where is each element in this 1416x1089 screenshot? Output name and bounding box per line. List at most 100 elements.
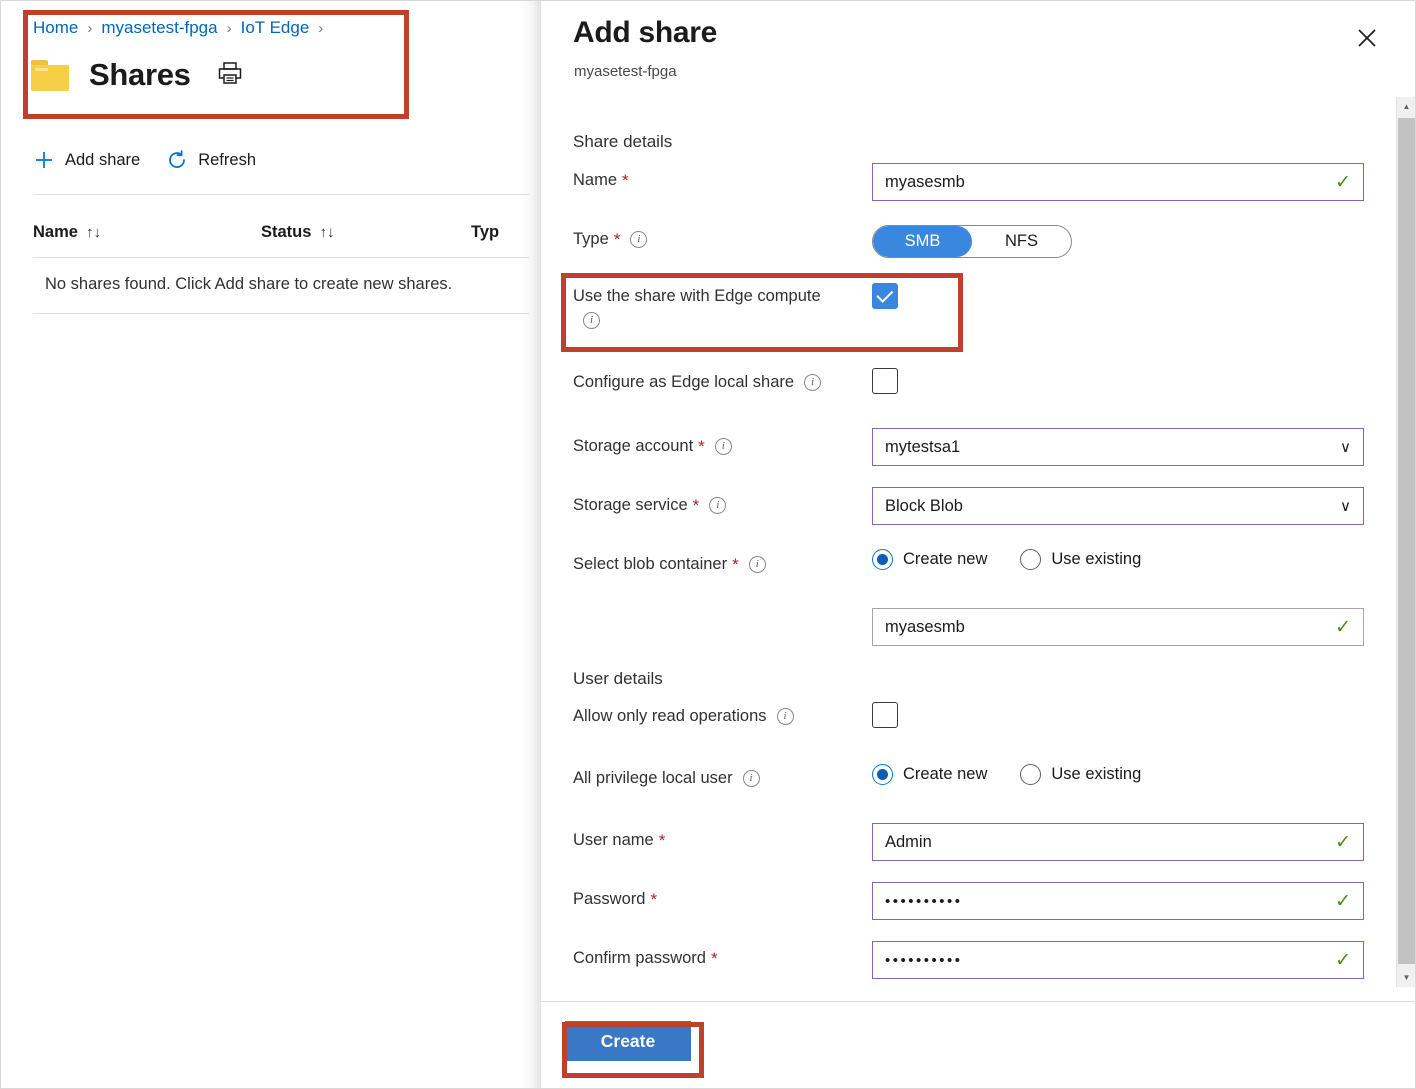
blob-container-name-input[interactable]: myasesmb ✓	[872, 608, 1364, 646]
label-name: Name *	[573, 171, 629, 190]
info-icon[interactable]: i	[804, 374, 821, 391]
add-share-form: Share details Name * myasesmb ✓ Type * i…	[541, 97, 1389, 1001]
breadcrumb: Home › myasetest-fpga › IoT Edge ›	[33, 18, 332, 38]
radio-icon-selected[interactable]	[872, 764, 893, 785]
user-name-value: Admin	[885, 833, 1327, 852]
create-button[interactable]: Create	[565, 1021, 691, 1061]
edge-local-share-checkbox[interactable]	[872, 368, 898, 394]
refresh-label: Refresh	[198, 151, 256, 170]
radio-icon[interactable]	[1020, 764, 1041, 785]
storage-service-dropdown[interactable]: Block Blob ∨	[872, 487, 1364, 525]
confirm-password-input[interactable]: •••••••••• ✓	[872, 941, 1364, 979]
divider	[33, 257, 529, 258]
label-blob-container: Select blob container * i	[573, 555, 766, 574]
radio-icon[interactable]	[1020, 549, 1041, 570]
type-toggle[interactable]: SMB NFS	[872, 225, 1072, 258]
info-icon[interactable]: i	[749, 556, 766, 573]
storage-account-value: mytestsa1	[885, 438, 1332, 457]
info-icon[interactable]: i	[709, 497, 726, 514]
section-title-share-details: Share details	[573, 132, 672, 152]
scroll-down-icon[interactable]: ▼	[1397, 968, 1416, 987]
breadcrumb-item-iot-edge[interactable]: IoT Edge	[241, 18, 310, 38]
label-name-text: Name	[573, 171, 617, 190]
required-marker: *	[622, 172, 629, 189]
info-icon[interactable]: i	[583, 312, 600, 329]
radio-icon-selected[interactable]	[872, 549, 893, 570]
label-password: Password *	[573, 890, 657, 909]
label-storage-service-text: Storage service	[573, 496, 688, 515]
shares-list-panel: Home › myasetest-fpga › IoT Edge › Share…	[1, 1, 529, 1088]
required-marker: *	[698, 438, 705, 455]
read-only-checkbox[interactable]	[872, 702, 898, 728]
required-marker: *	[732, 556, 739, 573]
info-icon[interactable]: i	[777, 708, 794, 725]
storage-account-dropdown[interactable]: mytestsa1 ∨	[872, 428, 1364, 466]
sort-icon[interactable]: ↑↓	[319, 224, 334, 241]
plus-icon	[33, 149, 55, 171]
privilege-user-option-label: Create new	[903, 765, 987, 784]
label-user-name: User name *	[573, 831, 665, 850]
label-type-text: Type	[573, 230, 609, 249]
column-header-name[interactable]: Name ↑↓	[33, 223, 261, 242]
edge-compute-checkbox[interactable]	[872, 283, 898, 309]
valid-check-icon: ✓	[1335, 892, 1351, 911]
user-name-input[interactable]: Admin ✓	[872, 823, 1364, 861]
label-confirm-password-text: Confirm password	[573, 949, 706, 968]
refresh-button[interactable]: Refresh	[166, 149, 256, 171]
blob-container-radio-group: Create new Use existing	[872, 549, 1141, 570]
print-icon[interactable]	[217, 61, 243, 90]
label-user-name-text: User name	[573, 831, 654, 850]
table-empty-message: No shares found. Click Add share to crea…	[45, 275, 452, 294]
info-icon[interactable]: i	[630, 231, 647, 248]
valid-check-icon: ✓	[1335, 173, 1351, 192]
label-confirm-password: Confirm password *	[573, 949, 718, 968]
column-header-status[interactable]: Status ↑↓	[261, 223, 471, 242]
breadcrumb-item-home[interactable]: Home	[33, 18, 78, 38]
info-icon[interactable]: i	[743, 770, 760, 787]
required-marker: *	[659, 832, 666, 849]
valid-check-icon: ✓	[1335, 951, 1351, 970]
breadcrumb-separator-icon: ›	[227, 20, 232, 37]
info-icon[interactable]: i	[715, 438, 732, 455]
storage-service-value: Block Blob	[885, 497, 1332, 516]
chevron-down-icon: ∨	[1340, 440, 1351, 455]
refresh-icon	[166, 149, 188, 171]
divider	[33, 313, 529, 314]
label-storage-service: Storage service * i	[573, 496, 726, 515]
privilege-user-option-label: Use existing	[1051, 765, 1141, 784]
privilege-user-option-create-new[interactable]: Create new	[872, 764, 987, 785]
blade-title: Add share	[573, 16, 717, 50]
name-input-value: myasesmb	[885, 173, 1327, 192]
label-blob-container-text: Select blob container	[573, 555, 727, 574]
add-share-blade: Add share myasetest-fpga Share details N…	[540, 1, 1415, 1088]
blade-footer: Create	[541, 1001, 1415, 1088]
close-icon[interactable]	[1352, 23, 1382, 53]
blob-container-option-label: Use existing	[1051, 550, 1141, 569]
add-share-button[interactable]: Add share	[33, 149, 140, 171]
sort-icon[interactable]: ↑↓	[86, 224, 101, 241]
scrollbar-thumb[interactable]	[1398, 118, 1415, 964]
blade-scrollbar[interactable]: ▲ ▼	[1396, 97, 1415, 987]
privilege-user-option-use-existing[interactable]: Use existing	[1020, 764, 1141, 785]
scroll-up-icon[interactable]: ▲	[1397, 97, 1416, 116]
type-option-nfs[interactable]: NFS	[972, 226, 1071, 257]
breadcrumb-item-myasetest-fpga[interactable]: myasetest-fpga	[101, 18, 217, 38]
password-input[interactable]: •••••••••• ✓	[872, 882, 1364, 920]
blob-container-option-label: Create new	[903, 550, 987, 569]
required-marker: *	[650, 891, 657, 908]
column-header-type[interactable]: Typ	[471, 223, 499, 242]
column-label-type: Typ	[471, 223, 499, 242]
label-read-only-text: Allow only read operations	[573, 707, 767, 726]
name-input[interactable]: myasesmb ✓	[872, 163, 1364, 201]
label-edge-compute: Use the share with Edge compute i	[573, 287, 821, 329]
valid-check-icon: ✓	[1335, 833, 1351, 852]
blob-container-option-create-new[interactable]: Create new	[872, 549, 987, 570]
label-privilege-user: All privilege local user i	[573, 769, 760, 788]
column-label-status: Status	[261, 223, 311, 242]
blob-container-name-value: myasesmb	[885, 618, 1327, 637]
page-title: Shares	[89, 57, 191, 93]
type-option-smb[interactable]: SMB	[873, 226, 972, 257]
divider	[33, 194, 529, 195]
blob-container-option-use-existing[interactable]: Use existing	[1020, 549, 1141, 570]
blade-subtitle: myasetest-fpga	[574, 63, 677, 80]
